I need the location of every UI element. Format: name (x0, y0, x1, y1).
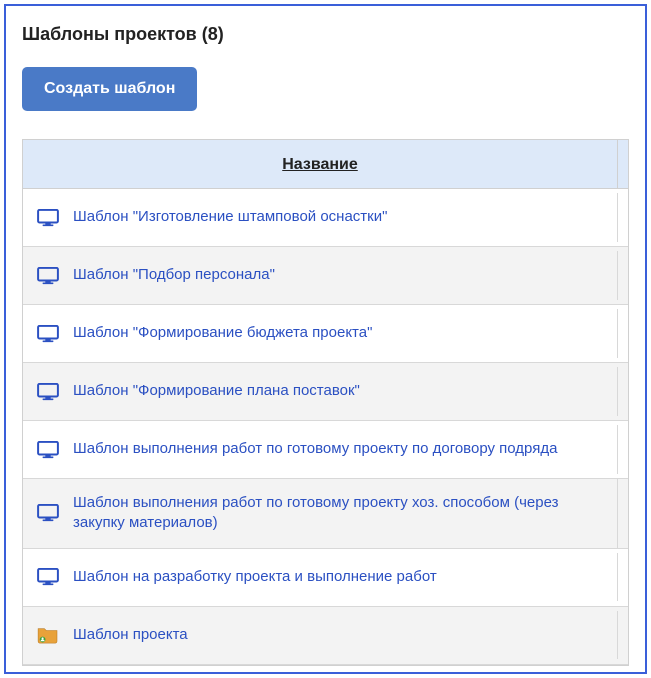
monitor-icon (37, 325, 59, 343)
template-link[interactable]: Шаблон проекта (73, 625, 188, 645)
table-cell-name: Шаблон выполнения работ по готовому прое… (23, 425, 618, 473)
table-row[interactable]: Шаблон выполнения работ по готовому прое… (23, 421, 628, 479)
table-cell-name: Шаблон "Формирование плана поставок" (23, 367, 618, 415)
monitor-icon (37, 267, 59, 285)
folder-user-icon (37, 626, 59, 644)
template-link[interactable]: Шаблон "Формирование бюджета проекта" (73, 323, 372, 343)
monitor-icon (37, 504, 59, 522)
table-cell-name: Шаблон на разработку проекта и выполнени… (23, 553, 618, 601)
monitor-icon (37, 504, 59, 522)
monitor-icon (37, 209, 59, 227)
table-body: Шаблон "Изготовление штамповой оснастки"… (23, 189, 628, 665)
monitor-icon (37, 441, 59, 459)
template-link[interactable]: Шаблон выполнения работ по готовому прое… (73, 439, 557, 459)
monitor-icon (37, 267, 59, 285)
folder-user-icon (37, 626, 59, 644)
table-row[interactable]: Шаблон выполнения работ по готовому прое… (23, 479, 628, 549)
monitor-icon (37, 568, 59, 586)
table-header: Название (23, 140, 628, 189)
table-cell-name: Шаблон проекта (23, 611, 618, 659)
monitor-icon (37, 383, 59, 401)
column-header-actions (618, 140, 628, 188)
monitor-icon (37, 568, 59, 586)
table-row[interactable]: Шаблон "Формирование плана поставок" (23, 363, 628, 421)
table-cell-name: Шаблон "Подбор персонала" (23, 251, 618, 299)
template-link[interactable]: Шаблон на разработку проекта и выполнени… (73, 567, 437, 587)
table-row[interactable]: Шаблон "Изготовление штамповой оснастки" (23, 189, 628, 247)
template-link[interactable]: Шаблон выполнения работ по готовому прое… (73, 493, 603, 534)
table-cell-name: Шаблон "Формирование бюджета проекта" (23, 309, 618, 357)
templates-table: Название Шаблон "Изготовление штамповой … (22, 139, 629, 666)
table-row[interactable]: Шаблон "Формирование бюджета проекта" (23, 305, 628, 363)
create-template-button[interactable]: Создать шаблон (22, 67, 197, 111)
monitor-icon (37, 383, 59, 401)
templates-panel: Шаблоны проектов (8) Создать шаблон Назв… (4, 4, 647, 674)
table-row[interactable]: Шаблон проекта (23, 607, 628, 665)
template-link[interactable]: Шаблон "Изготовление штамповой оснастки" (73, 207, 387, 227)
table-cell-name: Шаблон "Изготовление штамповой оснастки" (23, 193, 618, 241)
monitor-icon (37, 325, 59, 343)
column-header-name[interactable]: Название (23, 140, 618, 188)
page-title: Шаблоны проектов (8) (22, 24, 629, 45)
table-row[interactable]: Шаблон на разработку проекта и выполнени… (23, 549, 628, 607)
monitor-icon (37, 441, 59, 459)
template-link[interactable]: Шаблон "Подбор персонала" (73, 265, 275, 285)
monitor-icon (37, 209, 59, 227)
table-row[interactable]: Шаблон "Подбор персонала" (23, 247, 628, 305)
template-link[interactable]: Шаблон "Формирование плана поставок" (73, 381, 360, 401)
table-cell-name: Шаблон выполнения работ по готовому прое… (23, 479, 618, 548)
